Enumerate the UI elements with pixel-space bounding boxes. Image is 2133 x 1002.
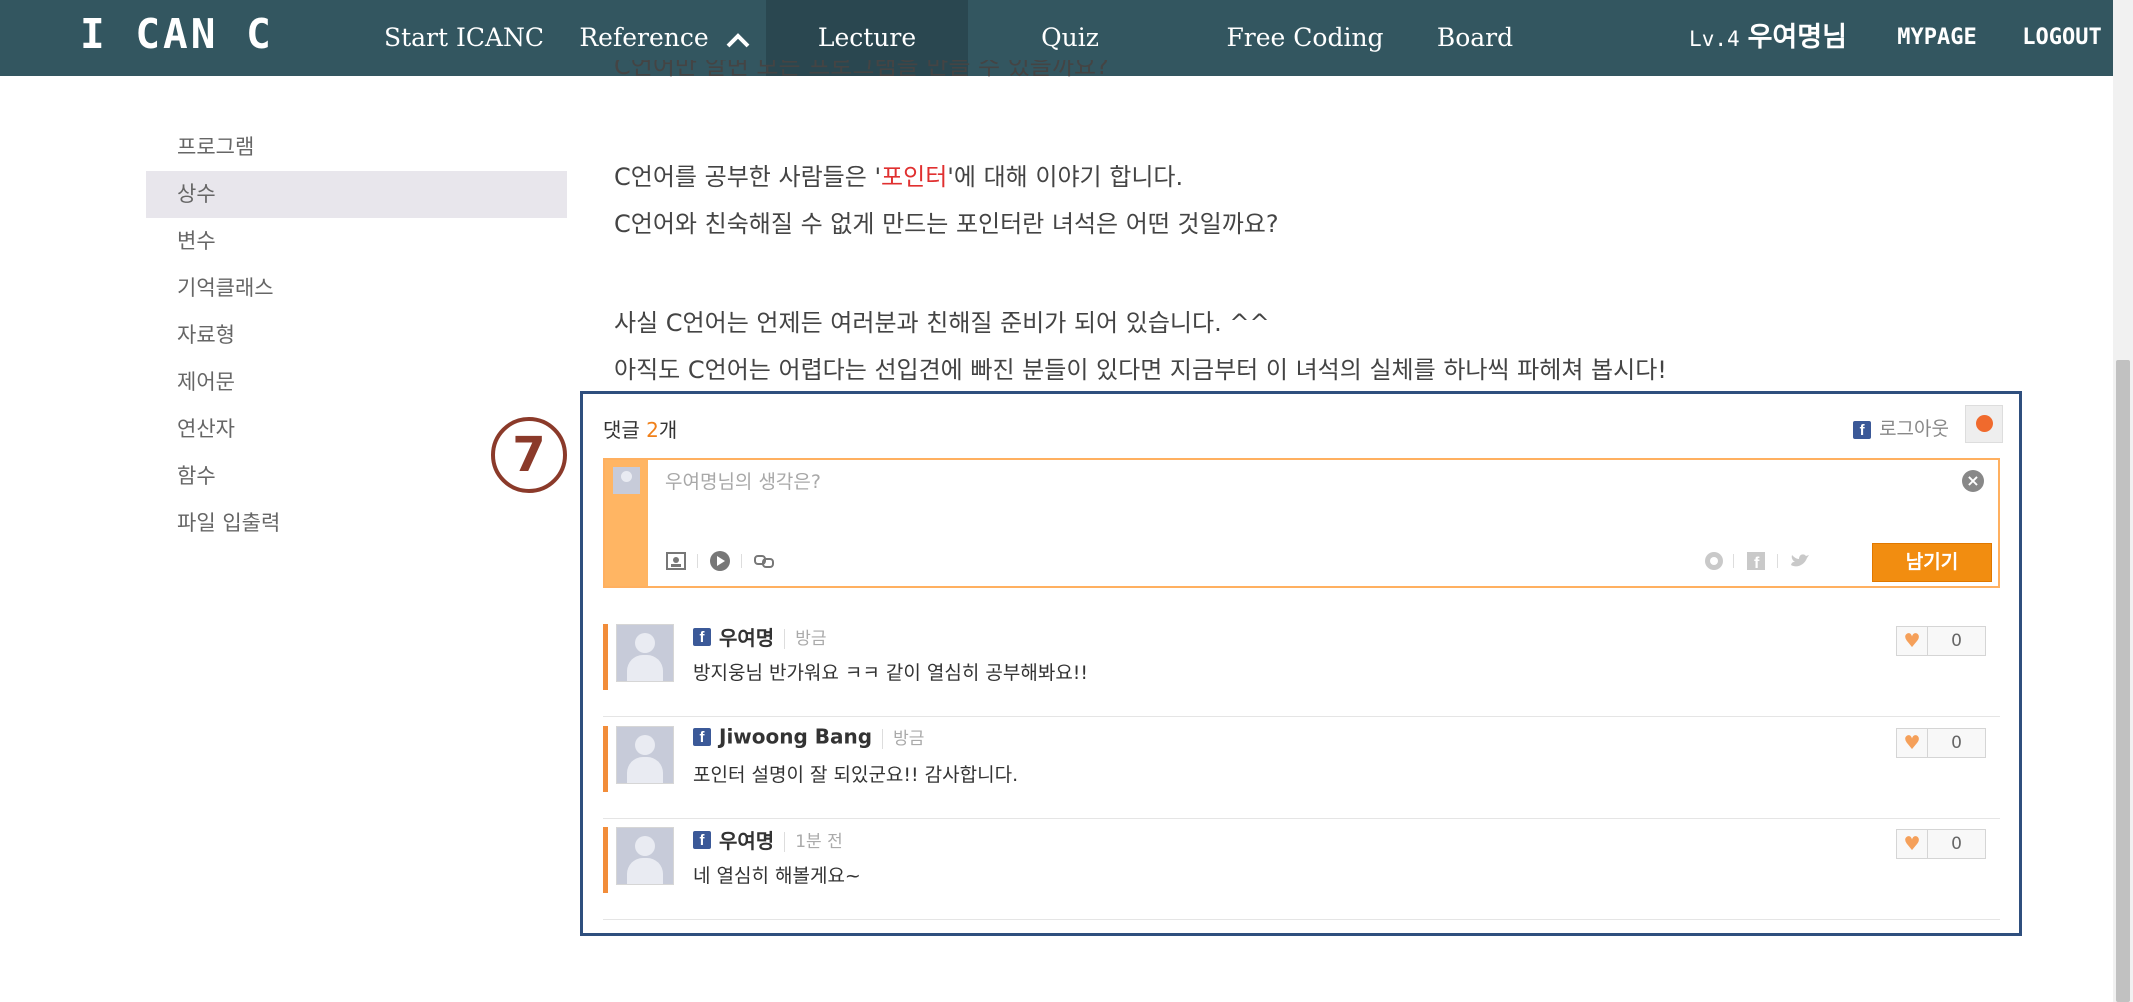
comment-title-prefix: 댓글 [603,418,647,442]
nav-board-label: Board [1436,23,1514,52]
video-play-icon[interactable] [709,550,731,572]
nav-mypage[interactable]: MYPAGE [1884,0,1990,76]
link-icon[interactable] [753,550,775,572]
article-line: C언어와 친숙해질 수 없게 만드는 포인터란 녀석은 어떤 것일까요? [614,210,1279,238]
image-icon[interactable] [665,550,687,572]
facebook-icon: f [1853,420,1872,439]
article-line: C언어를 공부한 사람들은 '포인터'에 대해 이야기 합니다. [614,157,1183,192]
chat-bubble-icon[interactable] [1965,405,2003,443]
avatar[interactable] [616,624,674,682]
article-line: 사실 C언어는 언제든 여러분과 친해질 준비가 되어 있습니다. ^^ [614,309,1270,337]
comment-accent-bar [603,726,608,792]
sidebar-item-data-type[interactable]: 자료형 [146,312,567,359]
avatar [613,467,640,494]
comment-title-suffix: 개 [658,418,678,442]
facebook-icon: f [693,830,711,849]
comment-text: 네 열심히 해볼게요~ [693,865,861,887]
scrollbar-thumb[interactable] [2116,360,2130,1002]
nav-user-info[interactable]: Lv.4 우여명님 [1682,0,1854,76]
comment-text: 방지웅님 반가워요 ㅋㅋ 같이 열심히 공부해봐요!! [693,662,1089,684]
comment-input[interactable] [663,466,1927,498]
sidebar-item-file-io[interactable]: 파일 입출력 [146,500,567,547]
comment-logout-label: 로그아웃 [1879,418,1949,440]
page-scrollbar[interactable] [2113,0,2133,1002]
avatar[interactable] [616,726,674,784]
like-count: 0 [1951,631,1962,651]
comment-item: f 우여명 1분 전 네 열심히 해볼게요~ ♥ 0 [603,819,2000,920]
nav-free-coding[interactable]: Free Coding [1190,0,1420,76]
clear-icon[interactable]: × [1962,470,1984,492]
comment-item: f 우여명 방금 방지웅님 반가워요 ㅋㅋ 같이 열심히 공부해봐요!! ♥ 0 [603,616,2000,717]
settings-icon[interactable] [1703,550,1725,572]
heart-icon: ♥ [1897,729,1928,757]
comment-count-title: 댓글 2개 [603,414,677,443]
divider [1777,554,1778,568]
nav-free-coding-label: Free Coding [1226,23,1384,52]
article-line: 아직도 C언어는 어렵다는 선입견에 빠진 분들이 있다면 지금부터 이 녀석의… [614,356,1667,384]
svg-text:f: f [1754,555,1760,572]
like-button[interactable]: ♥ 0 [1896,829,1986,859]
comment-author[interactable]: Jiwoong Bang [719,725,872,749]
user-level: Lv.4 [1689,27,1740,51]
comment-header: f 우여명 1분 전 [693,825,843,854]
divider [741,554,742,568]
heart-icon: ♥ [1897,830,1928,858]
sidebar-item-storage-class[interactable]: 기억클래스 [146,265,567,312]
comment-author[interactable]: 우여명 [719,829,774,853]
divider [697,554,698,568]
comment-author[interactable]: 우여명 [719,626,774,650]
facebook-icon: f [693,627,711,646]
article-text: C언어를 공부한 사람들은 ' [614,163,882,191]
comment-time: 1분 전 [784,832,843,852]
site-logo[interactable]: I CAN C [80,10,274,58]
nav-start-icanc[interactable]: Start ICANC [380,0,548,76]
editor-side-strip [605,460,648,586]
annotation-marker: 7 [491,417,567,493]
divider [1733,554,1734,568]
comment-logout-link[interactable]: f 로그아웃 [1853,414,1949,441]
comment-time: 방금 [784,629,827,649]
like-button[interactable]: ♥ 0 [1896,626,1986,656]
nav-logout[interactable]: LOGOUT [2012,0,2112,76]
comment-accent-bar [603,624,608,690]
nav-logout-label: LOGOUT [2022,25,2102,50]
nav-reference-label: Reference [579,23,709,52]
nav-lecture-label: Lecture [817,23,917,52]
like-count: 0 [1951,834,1962,854]
comment-accent-bar [603,827,608,893]
nav-board[interactable]: Board [1420,0,1530,76]
sidebar-item-constant[interactable]: 상수 [146,171,567,218]
comment-text: 포인터 설명이 잘 되있군요!! 감사합니다. [693,764,1019,786]
like-count: 0 [1951,733,1962,753]
submit-comment-button[interactable]: 남기기 [1872,543,1992,582]
facebook-icon: f [693,727,711,746]
comment-count: 2 [646,418,659,442]
like-button[interactable]: ♥ 0 [1896,728,1986,758]
chevron-up-icon [726,32,750,47]
nav-mypage-label: MYPAGE [1897,25,1977,50]
pointer-highlight: 포인터 [881,163,948,191]
user-name: 우여명님 [1747,22,1847,53]
facebook-share-icon[interactable]: f [1745,550,1767,572]
nav-quiz-label: Quiz [1041,23,1099,52]
sidebar-item-program[interactable]: 프로그램 [146,124,567,171]
heart-icon: ♥ [1897,627,1928,655]
nav-start-icanc-label: Start ICANC [383,23,545,52]
avatar[interactable] [616,827,674,885]
comment-header: f 우여명 방금 [693,622,827,651]
sidebar-item-variable[interactable]: 변수 [146,218,567,265]
article-text: '에 대해 이야기 합니다. [947,163,1184,191]
comment-editor: × f 남기기 [603,458,2000,588]
article-line-text: C언어만 알면 모든 프로그램을 만들 수 있을까요? [614,60,1109,80]
comment-item: f Jiwoong Bang 방금 포인터 설명이 잘 되있군요!! 감사합니다. … [603,718,2000,819]
comment-time: 방금 [882,729,925,749]
comment-header: f Jiwoong Bang 방금 [693,724,925,749]
article-line: C언어만 알면 모든 프로그램을 만들 수 있을까요? [614,60,1109,84]
sidebar-item-control-statement[interactable]: 제어문 [146,359,567,406]
twitter-share-icon[interactable] [1789,550,1811,572]
comment-section: 댓글 2개 f 로그아웃 × f 남기기 [580,391,2022,936]
